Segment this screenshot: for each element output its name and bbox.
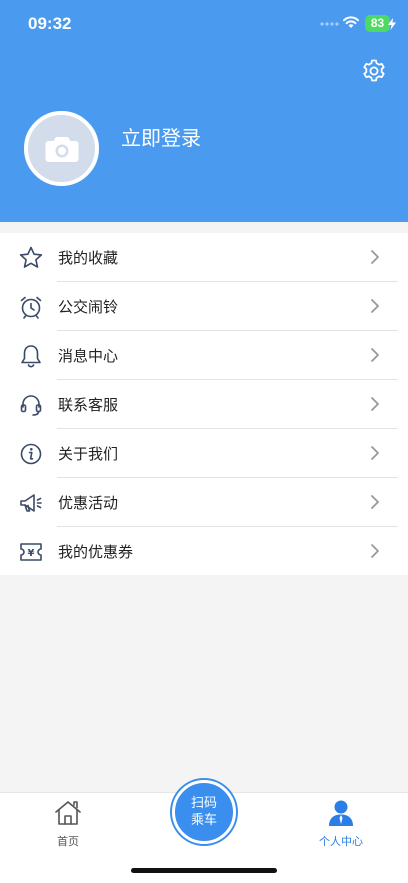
menu-item-label: 消息中心 [58, 347, 119, 365]
svg-text:¥: ¥ [28, 548, 35, 559]
menu-item-my-coupons[interactable]: ¥ 我的优惠券 [0, 527, 408, 576]
menu-item-label: 关于我们 [58, 445, 119, 463]
headset-icon [20, 395, 42, 416]
coupon-icon: ¥ [20, 543, 42, 561]
star-icon [19, 246, 43, 268]
menu-item-label: 我的收藏 [58, 249, 119, 267]
menu-item-label: 我的优惠券 [58, 543, 134, 561]
login-link[interactable]: 立即登录 [121, 122, 201, 151]
status-bar: 09:32 83 [0, 0, 408, 50]
avatar[interactable] [24, 111, 99, 186]
charging-icon [388, 18, 396, 30]
chevron-right-icon [371, 446, 379, 460]
menu-item-label: 优惠活动 [58, 494, 119, 512]
user-icon [329, 800, 353, 826]
home-icon [55, 801, 81, 825]
chevron-right-icon [371, 299, 379, 313]
cellular-signal-icon [320, 22, 339, 26]
menu-item-about-us[interactable]: 关于我们 [0, 429, 408, 478]
menu-item-bus-alarm[interactable]: 公交闹铃 [0, 282, 408, 331]
gear-icon[interactable] [361, 58, 387, 84]
bell-icon [21, 345, 41, 368]
menu-list: 我的收藏 公交闹铃 消息中心 联系客服 关于我们 优惠活动 ¥ 我的优惠券 [0, 233, 408, 575]
battery-indicator: 83 [365, 15, 390, 32]
chevron-right-icon [371, 397, 379, 411]
camera-icon [45, 136, 78, 162]
scan-to-ride-button[interactable]: 扫码 乘车 [172, 780, 236, 844]
tab-profile-label: 个人中心 [319, 835, 363, 848]
chevron-right-icon [371, 495, 379, 509]
chevron-right-icon [371, 250, 379, 264]
menu-item-promotions[interactable]: 优惠活动 [0, 478, 408, 527]
status-time: 09:32 [28, 14, 72, 33]
info-icon [20, 443, 42, 465]
tab-profile[interactable]: 个人中心 [311, 799, 371, 849]
tab-home-label: 首页 [57, 835, 79, 848]
menu-item-messages[interactable]: 消息中心 [0, 331, 408, 380]
menu-item-label: 联系客服 [58, 396, 119, 414]
chevron-right-icon [371, 544, 379, 558]
menu-item-customer-service[interactable]: 联系客服 [0, 380, 408, 429]
chevron-right-icon [371, 348, 379, 362]
tab-home[interactable]: 首页 [46, 799, 90, 849]
menu-item-label: 公交闹铃 [58, 298, 119, 316]
alarm-clock-icon [20, 296, 42, 319]
wifi-icon [343, 16, 359, 28]
profile-header: 09:32 83 立即登录 [0, 0, 408, 222]
scan-button-line2: 乘车 [190, 813, 217, 828]
scan-button-line1: 扫码 [190, 796, 217, 811]
home-indicator[interactable] [131, 868, 277, 873]
megaphone-icon [20, 494, 42, 512]
menu-item-favorites[interactable]: 我的收藏 [0, 233, 408, 282]
